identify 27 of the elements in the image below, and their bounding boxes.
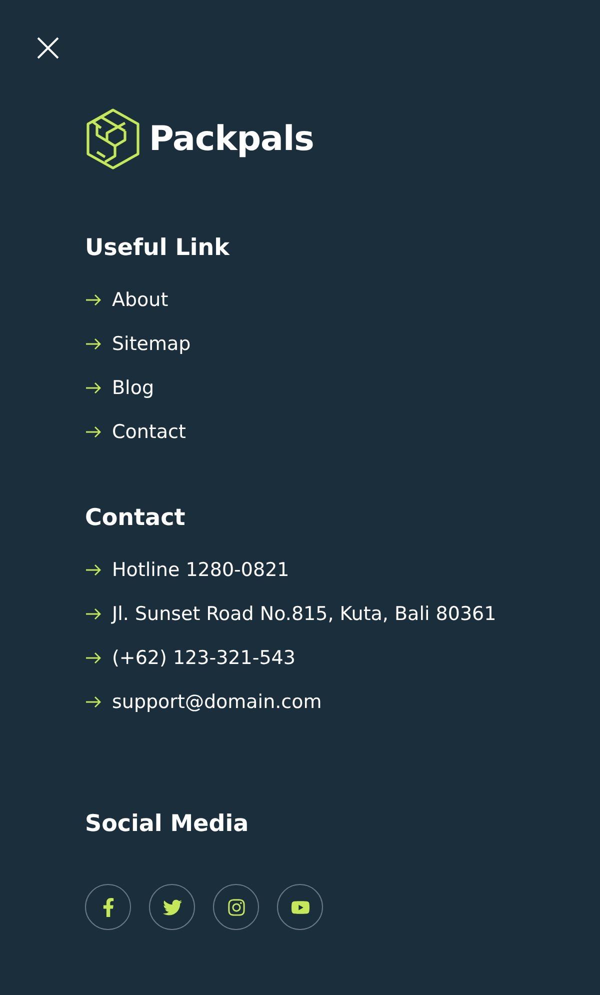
arrow-icon (85, 426, 102, 438)
social-button[interactable] (277, 884, 323, 930)
section-heading: Social Media (85, 810, 250, 839)
footer-link[interactable]: (+62) 123-321-543 (85, 644, 600, 672)
arrow-icon (85, 382, 102, 394)
section-heading: Contact (85, 504, 186, 533)
footer-link[interactable]: Jl. Sunset Road No.815, Kuta, Bali 80361 (85, 600, 600, 628)
footer-link[interactable]: Contact (85, 418, 600, 446)
logo-icon (85, 108, 141, 170)
section-heading: Useful Link (85, 234, 231, 263)
arrow-icon (85, 564, 102, 576)
camera-icon (226, 898, 246, 916)
brand-name: Packpals (149, 119, 314, 159)
footer-link[interactable]: support@domain.com (85, 688, 600, 716)
social-button[interactable] (149, 884, 195, 930)
arrow-icon (85, 608, 102, 620)
social-button[interactable] (85, 884, 131, 930)
arrow-icon (85, 696, 102, 708)
footer-link[interactable]: Hotline 1280-0821 (85, 556, 600, 584)
footer-link[interactable]: Blog (85, 374, 600, 402)
footer-link[interactable]: Sitemap (85, 330, 600, 358)
footer-link[interactable]: About (85, 286, 600, 314)
arrow-icon (85, 652, 102, 664)
bird-icon (162, 898, 182, 916)
social-button[interactable] (213, 884, 259, 930)
arrow-icon (85, 294, 102, 306)
arrow-icon (85, 338, 102, 350)
